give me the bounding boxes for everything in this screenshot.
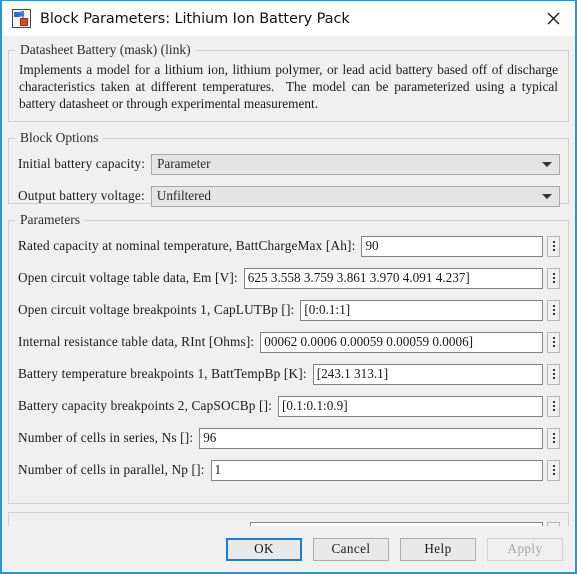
np-more-icon[interactable] bbox=[547, 459, 560, 481]
block-options-legend: Block Options bbox=[20, 130, 99, 145]
chevron-down-icon bbox=[542, 194, 552, 199]
batt-cap-init-more-icon[interactable] bbox=[547, 521, 560, 526]
em-table-field[interactable] bbox=[243, 267, 543, 289]
batt-charge-max-more-icon[interactable] bbox=[547, 235, 560, 257]
cancel-button[interactable]: Cancel bbox=[313, 537, 389, 561]
em-table-more-icon[interactable] bbox=[547, 267, 560, 289]
initial-battery-capacity-label: Initial battery capacity: bbox=[18, 156, 146, 171]
simulink-block-icon bbox=[12, 9, 31, 28]
output-battery-voltage-value: Unfiltered bbox=[156, 188, 211, 203]
batt-charge-max-field[interactable] bbox=[361, 235, 543, 257]
title-bar: Block Parameters: Lithium Ion Battery Pa… bbox=[2, 1, 575, 36]
cap-soc-bp-field[interactable] bbox=[278, 395, 543, 417]
description-text: Implements a model for a lithium ion, li… bbox=[19, 62, 562, 111]
block-options-group: Block Options Initial battery capacity: … bbox=[8, 130, 569, 207]
batt-charge-max-field-label: Rated capacity at nominal temperature, B… bbox=[18, 238, 356, 253]
close-icon[interactable] bbox=[531, 1, 575, 36]
np-field[interactable] bbox=[210, 459, 543, 481]
row-initial-battery-capacity: Initial battery capacity: Parameter bbox=[9, 151, 568, 177]
parameters-legend: Parameters bbox=[20, 212, 80, 227]
ok-button[interactable]: OK bbox=[226, 537, 302, 561]
description-group: Datasheet Battery (mask) (link) Implemen… bbox=[8, 42, 569, 122]
rint-table-field-label: Internal resistance table data, RInt [Oh… bbox=[18, 334, 255, 349]
cap-soc-bp-more-icon[interactable] bbox=[547, 395, 560, 417]
rint-table-more-icon[interactable] bbox=[547, 331, 560, 353]
batt-temp-bp-more-icon[interactable] bbox=[547, 363, 560, 385]
em-table-field-label: Open circuit voltage table data, Em [V]: bbox=[18, 270, 238, 285]
row-ns-field: Number of cells in series, Ns []: bbox=[9, 426, 568, 450]
help-button[interactable]: Help bbox=[400, 537, 476, 561]
batt-cap-init-field[interactable] bbox=[250, 521, 543, 526]
chevron-down-icon bbox=[542, 162, 552, 167]
output-battery-voltage-label: Output battery voltage: bbox=[18, 188, 145, 203]
row-np-field: Number of cells in parallel, Np []: bbox=[9, 458, 568, 482]
window-title: Block Parameters: Lithium Ion Battery Pa… bbox=[40, 10, 350, 27]
cap-lut-bp-field[interactable] bbox=[300, 299, 543, 321]
parameter-rows: Rated capacity at nominal temperature, B… bbox=[9, 234, 568, 482]
dialog-body: Datasheet Battery (mask) (link) Implemen… bbox=[2, 36, 575, 526]
row-batt-temp-bp-field: Battery temperature breakpoints 1, BattT… bbox=[9, 362, 568, 386]
initial-battery-capacity-value: Parameter bbox=[157, 156, 211, 171]
initial-battery-capacity-dropdown[interactable]: Parameter bbox=[151, 153, 560, 175]
dialog-footer: OK Cancel Help Apply bbox=[2, 526, 575, 572]
row-initial-battery-capacity-param: Initial battery capacity, BattCapInit [A… bbox=[9, 520, 568, 526]
initial-capacity-group: Initial battery capacity, BattCapInit [A… bbox=[8, 512, 569, 526]
cap-lut-bp-more-icon[interactable] bbox=[547, 299, 560, 321]
row-cap-soc-bp-field: Battery capacity breakpoints 2, CapSOCBp… bbox=[9, 394, 568, 418]
row-rint-table-field: Internal resistance table data, RInt [Oh… bbox=[9, 330, 568, 354]
batt-temp-bp-field[interactable] bbox=[312, 363, 543, 385]
block-parameters-dialog: Block Parameters: Lithium Ion Battery Pa… bbox=[0, 0, 577, 574]
cap-soc-bp-field-label: Battery capacity breakpoints 2, CapSOCBp… bbox=[18, 398, 273, 413]
batt-cap-init-label: Initial battery capacity, BattCapInit [A… bbox=[18, 524, 250, 526]
apply-button: Apply bbox=[487, 537, 563, 561]
parameters-group: Parameters Rated capacity at nominal tem… bbox=[8, 212, 569, 504]
batt-temp-bp-field-label: Battery temperature breakpoints 1, BattT… bbox=[18, 366, 307, 381]
row-cap-lut-bp-field: Open circuit voltage breakpoints 1, CapL… bbox=[9, 298, 568, 322]
rint-table-field[interactable] bbox=[260, 331, 543, 353]
output-battery-voltage-dropdown[interactable]: Unfiltered bbox=[150, 185, 560, 207]
row-em-table-field: Open circuit voltage table data, Em [V]: bbox=[9, 266, 568, 290]
ns-field-label: Number of cells in series, Ns []: bbox=[18, 430, 194, 445]
ns-field[interactable] bbox=[199, 427, 543, 449]
np-field-label: Number of cells in parallel, Np []: bbox=[18, 462, 205, 477]
row-output-battery-voltage: Output battery voltage: Unfiltered bbox=[9, 183, 568, 209]
row-batt-charge-max-field: Rated capacity at nominal temperature, B… bbox=[9, 234, 568, 258]
ns-more-icon[interactable] bbox=[547, 427, 560, 449]
description-legend: Datasheet Battery (mask) (link) bbox=[20, 42, 191, 57]
cap-lut-bp-field-label: Open circuit voltage breakpoints 1, CapL… bbox=[18, 302, 295, 317]
